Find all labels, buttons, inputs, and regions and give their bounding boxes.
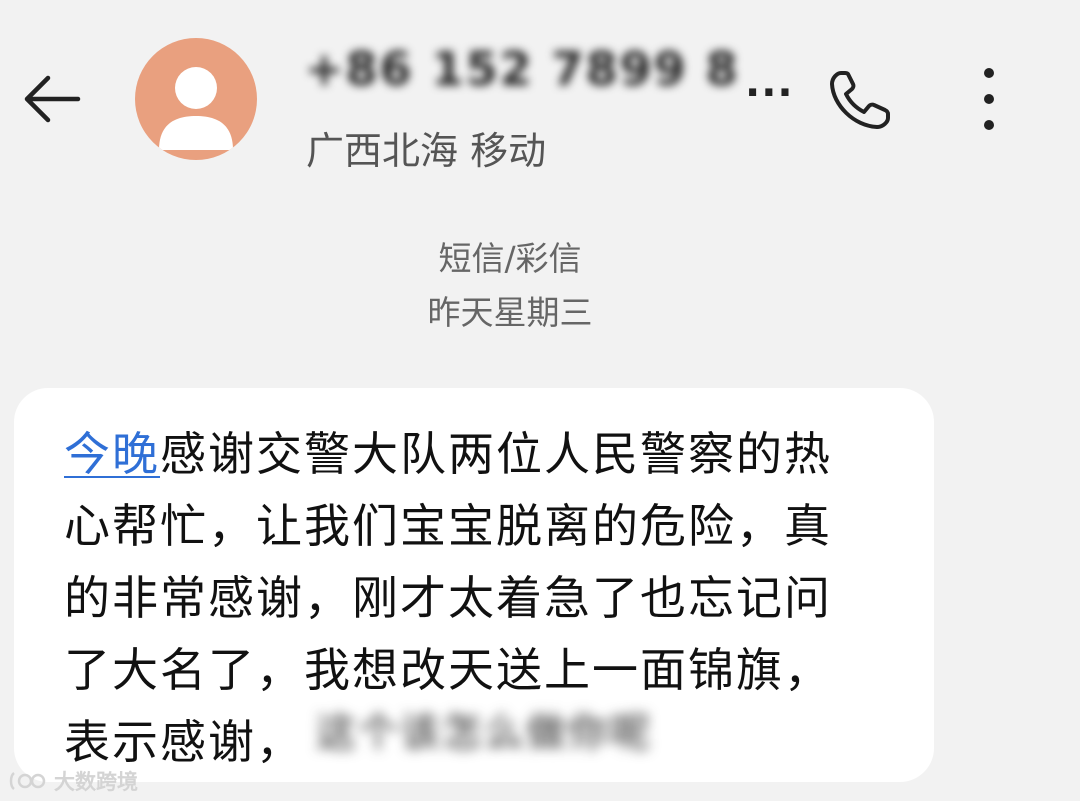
date-link[interactable]: 今晚 bbox=[64, 427, 160, 481]
message-date-label: 昨天星期三 bbox=[427, 293, 593, 332]
watermark-logo-icon bbox=[9, 772, 46, 790]
message-line-3: 的非常感谢，刚才太着急了也忘记问 bbox=[64, 571, 832, 625]
contact-number-ellipsis: ... bbox=[745, 60, 794, 106]
back-arrow-icon bbox=[24, 75, 81, 123]
back-button[interactable] bbox=[18, 66, 84, 132]
watermark-text: 大数跨境 bbox=[54, 770, 138, 794]
call-button[interactable] bbox=[822, 66, 896, 134]
contact-location: 广西北海 移动 bbox=[306, 129, 547, 173]
message-line-2: 心帮忙，让我们宝宝脱离的危险，真 bbox=[64, 499, 832, 553]
more-vertical-icon bbox=[984, 68, 994, 130]
contact-number: +86 152 7899 8 bbox=[305, 42, 740, 96]
person-icon bbox=[159, 67, 233, 150]
conversation-header: +86 152 7899 8 ... 广西北海 移动 bbox=[0, 0, 1080, 200]
message-line-1: 今晚感谢交警大队两位人民警察的热 bbox=[64, 418, 894, 490]
more-options-button[interactable] bbox=[962, 64, 1016, 136]
message-line-1-text: 感谢交警大队两位人民警察的热 bbox=[160, 427, 832, 481]
message-type-label: 短信/彩信 bbox=[438, 239, 582, 278]
blurred-message-text: 这个该怎么做你呢 bbox=[316, 710, 652, 756]
message-line-4: 了大名了，我想改天送上一面锦旗， bbox=[64, 643, 832, 697]
watermark: 大数跨境 bbox=[8, 766, 138, 796]
conversation-meta: 短信/彩信 昨天星期三 bbox=[0, 232, 1020, 340]
contact-avatar[interactable] bbox=[135, 38, 257, 160]
phone-icon bbox=[830, 71, 890, 129]
